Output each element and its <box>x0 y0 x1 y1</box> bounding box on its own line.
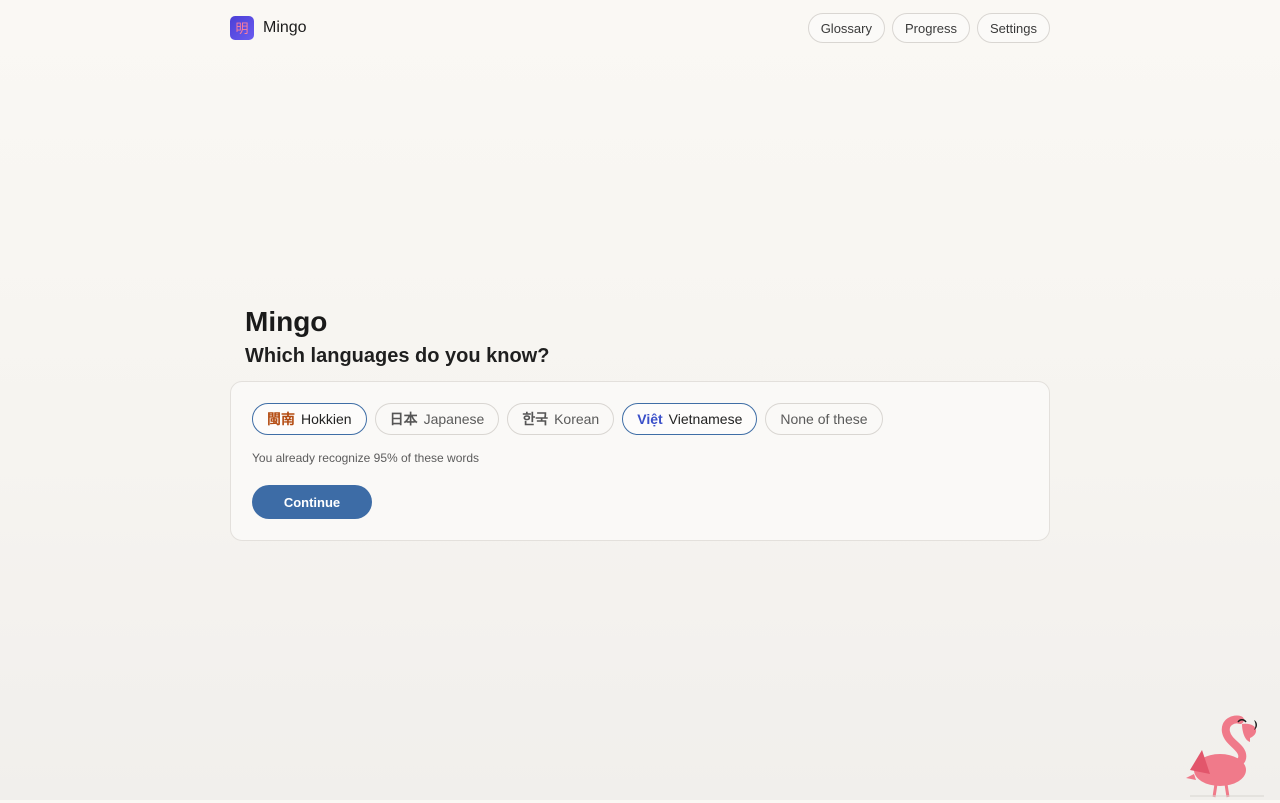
language-chip-vietnamese[interactable]: Việt Vietnamese <box>622 403 758 435</box>
vietnamese-script-label: Việt <box>637 411 663 427</box>
nav-glossary-button[interactable]: Glossary <box>807 13 885 43</box>
hokkien-script-label: 閩南 <box>267 411 295 427</box>
top-bar: 明 Mingo Glossary Progress Settings <box>0 0 1280 56</box>
brand[interactable]: 明 Mingo <box>230 16 307 40</box>
svg-text:明: 明 <box>235 22 248 37</box>
top-nav: Glossary Progress Settings <box>807 13 1050 43</box>
language-chip-none[interactable]: None of these <box>765 403 883 435</box>
onboarding-header: Mingo Which languages do you know? <box>245 306 549 369</box>
language-chip-korean[interactable]: 한국 Korean <box>507 403 615 435</box>
hokkien-label: Hokkien <box>301 411 352 427</box>
page-title: Mingo <box>245 306 328 337</box>
language-question: Which languages do you know? <box>245 345 550 367</box>
continue-button[interactable]: Continue <box>252 485 372 519</box>
korean-label: Korean <box>554 411 600 427</box>
nav-settings-button[interactable]: Settings <box>977 13 1050 43</box>
korean-script-label: 한국 <box>522 411 549 427</box>
language-chip-japanese[interactable]: 日本 Japanese <box>374 403 500 435</box>
japanese-label: Japanese <box>423 411 485 427</box>
nav-progress-button[interactable]: Progress <box>891 13 971 43</box>
language-selection-card: 閩南 Hokkien 日本 Japanese 한국 Korean Việt Vi… <box>230 381 1050 541</box>
recognition-hint: You already recognize 95% of these words <box>252 451 480 465</box>
none-label: None of these <box>780 411 868 427</box>
vietnamese-label: Vietnamese <box>668 411 743 427</box>
app-logo-icon: 明 <box>230 16 254 40</box>
flamingo-icon <box>1180 706 1264 798</box>
language-chip-hokkien[interactable]: 閩南 Hokkien <box>252 403 367 435</box>
japanese-script-label: 日本 <box>389 411 418 427</box>
brand-name: Mingo <box>263 19 307 36</box>
language-chip-group: 閩南 Hokkien 日本 Japanese 한국 Korean Việt Vi… <box>252 403 883 435</box>
